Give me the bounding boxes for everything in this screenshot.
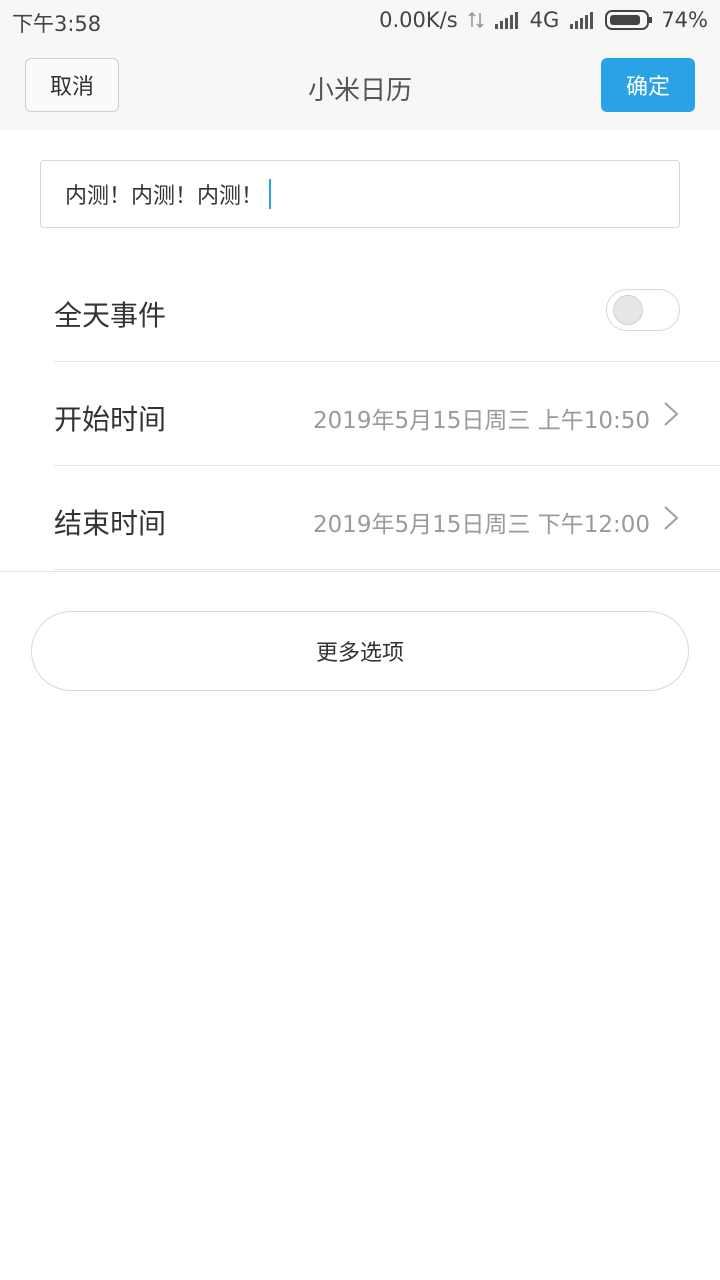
header: 取消 小米日历 确定 (0, 42, 720, 130)
status-bar: 下午3:58 0.00K/s 4G 74% (0, 0, 720, 42)
signal-icon (569, 10, 595, 30)
battery-percent: 74% (661, 8, 708, 32)
signal-icon (494, 10, 520, 30)
more-options-button[interactable]: 更多选项 (31, 611, 689, 691)
event-title-text: 内测！内测！内测！ (65, 184, 264, 209)
status-indicators: 0.00K/s 4G 74% (379, 8, 708, 32)
network-type: 4G (529, 8, 560, 32)
section-divider (0, 571, 720, 572)
status-time: 下午3:58 (12, 12, 102, 36)
net-speed: 0.00K/s (379, 8, 458, 32)
battery-icon (605, 9, 653, 31)
battery-status: 74% (605, 8, 708, 32)
start-time-label: 开始时间 (54, 403, 167, 436)
text-caret (269, 179, 272, 209)
event-title-input[interactable]: 内测！内测！内测！ (40, 160, 680, 228)
end-time-label: 结束时间 (54, 507, 167, 540)
all-day-label: 全天事件 (54, 299, 167, 332)
confirm-button[interactable]: 确定 (601, 58, 695, 112)
end-time-value: 2019年5月15日周三 下午12:00 (312, 512, 650, 538)
start-time-value: 2019年5月15日周三 上午10:50 (312, 408, 650, 434)
all-day-row: 全天事件 (54, 258, 720, 362)
chevron-right-icon (662, 400, 680, 428)
data-arrows-icon (468, 10, 484, 30)
toggle-knob (613, 295, 643, 325)
start-time-row[interactable]: 开始时间 2019年5月15日周三 上午10:50 (54, 362, 720, 466)
all-day-toggle[interactable] (606, 289, 680, 331)
chevron-right-icon (662, 504, 680, 532)
end-time-row[interactable]: 结束时间 2019年5月15日周三 下午12:00 (54, 466, 720, 570)
